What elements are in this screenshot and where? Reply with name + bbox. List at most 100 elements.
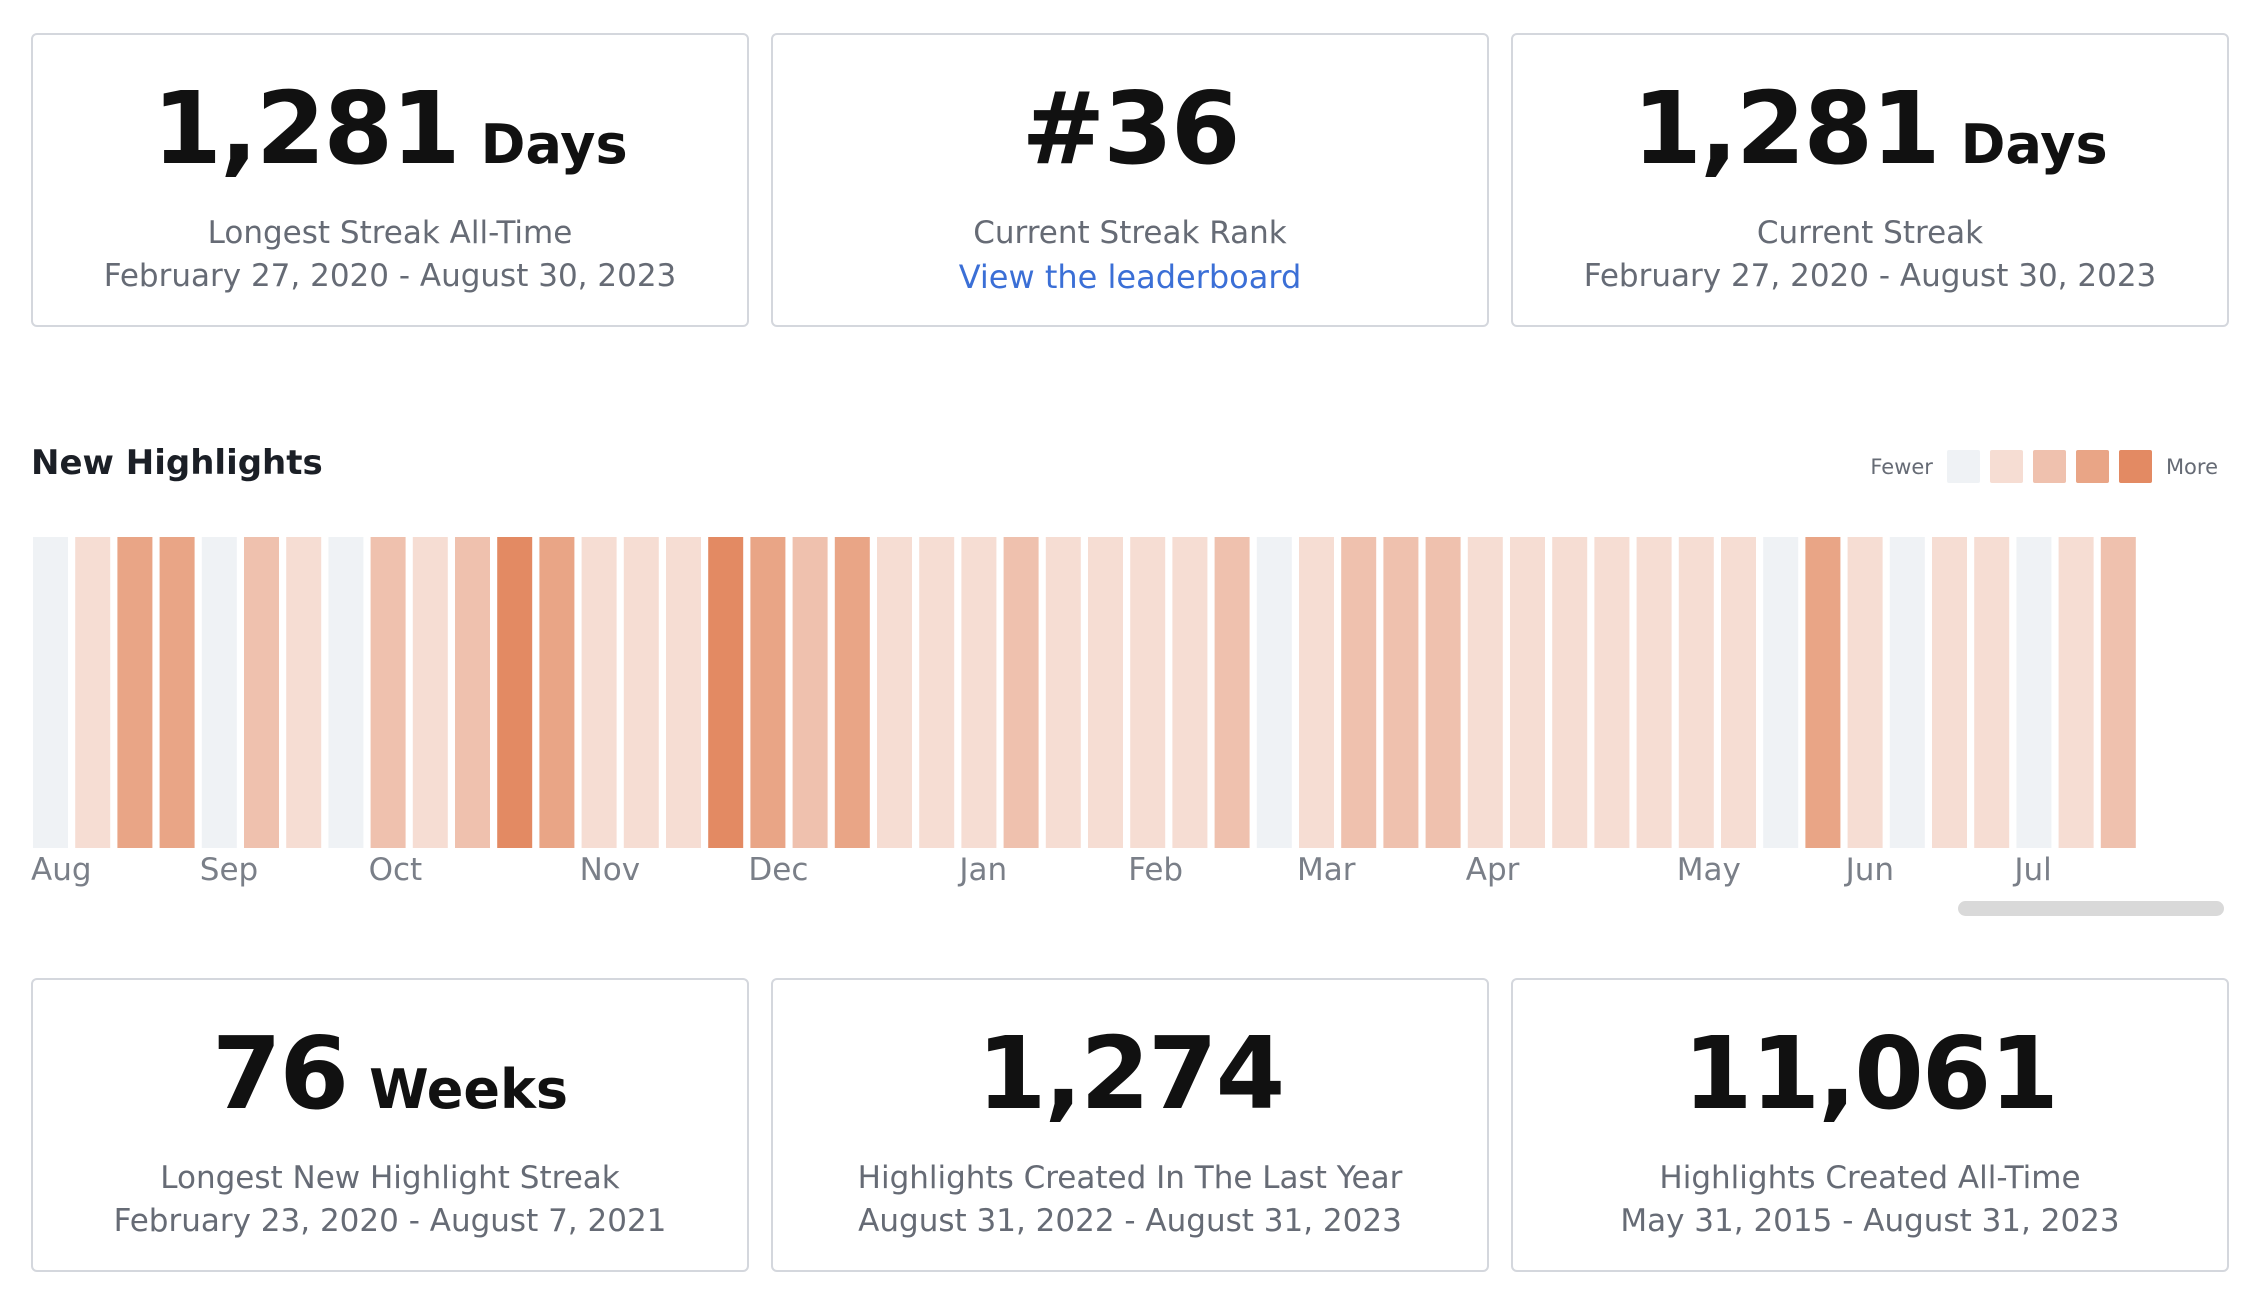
month-label: Aug [31,852,92,888]
week-bar[interactable] [1172,537,1208,848]
highlights-last-year-dates: August 31, 2022 - August 31, 2023 [858,1203,1402,1240]
week-bar[interactable] [961,537,997,848]
week-bar[interactable] [1341,537,1377,848]
month-label: Apr [1466,852,1520,888]
week-bar[interactable] [1721,537,1756,848]
week-bar[interactable] [834,537,870,848]
week-bar[interactable] [2016,537,2052,848]
month-label: Dec [748,852,808,888]
week-bar[interactable] [1594,537,1630,848]
highlights-heatmap: Aug Sep Oct Nov Dec Jan Feb Mar Apr May Jun Jul [31,537,2136,888]
week-bar[interactable] [1636,537,1672,848]
heatmap-scrollbar[interactable] [1958,901,2224,916]
streak-rank-label: Current Streak Rank [973,215,1287,251]
week-bar[interactable] [159,537,195,848]
streak-rank-card: #36 Current Streak Rank View the leaderb… [771,33,1489,327]
week-bar[interactable] [286,537,322,848]
month-label: Feb [1128,852,1183,888]
week-bar[interactable] [75,537,111,848]
highlights-all-time-value: 11,061 [1683,1015,2059,1132]
current-streak-unit: Days [1960,113,2108,176]
current-streak-dates: February 27, 2020 - August 30, 2023 [1583,258,2157,295]
week-bar[interactable] [455,537,490,848]
week-bar[interactable] [1678,537,1714,848]
longest-streak-unit: Days [480,113,628,176]
highlights-last-year-value: 1,274 [976,1015,1285,1132]
legend-swatch-3 [2075,450,2109,483]
month-label: Mar [1297,852,1356,888]
week-bar[interactable] [370,537,406,848]
highlight-streak-label: Longest New Highlight Streak [160,1160,620,1196]
week-bar[interactable] [1847,537,1883,848]
week-bar[interactable] [244,537,279,848]
dashboard: 1,281 Days Longest Streak All-Time Febru… [0,0,2250,1302]
week-bar[interactable] [750,537,786,848]
legend-swatch-4 [2118,450,2152,483]
highlights-last-year-card: 1,274 Highlights Created In The Last Yea… [771,978,1489,1272]
heatmap-legend: Fewer More [1870,450,2218,483]
week-bar[interactable] [1552,537,1588,848]
highlights-all-time-label: Highlights Created All-Time [1659,1160,2081,1196]
week-bar[interactable] [201,537,237,848]
longest-streak-dates: February 27, 2020 - August 30, 2023 [103,258,677,295]
current-streak-label: Current Streak [1756,215,1984,251]
legend-swatch-1 [1989,450,2023,483]
week-bar[interactable] [1383,537,1419,848]
week-bar[interactable] [1932,537,1967,848]
week-bar[interactable] [1299,537,1334,848]
top-stats-row: 1,281 Days Longest Streak All-Time Febru… [31,33,2229,327]
week-bar[interactable] [877,537,912,848]
week-bar[interactable] [2058,537,2094,848]
current-streak-value: 1,281 [1632,70,1940,187]
longest-streak-label: Longest Streak All-Time [207,215,573,251]
month-label: Sep [200,852,258,888]
current-streak-card: 1,281 Days Current Streak February 27, 2… [1511,33,2229,327]
longest-streak-card: 1,281 Days Longest Streak All-Time Febru… [31,33,749,327]
week-bar[interactable] [497,537,533,848]
week-bar[interactable] [328,537,364,848]
legend-fewer-label: Fewer [1870,454,1933,479]
week-bar[interactable] [666,537,701,848]
week-bar[interactable] [1003,537,1039,848]
legend-swatch-0 [1946,450,1980,483]
week-bar[interactable] [1467,537,1503,848]
week-bar[interactable] [1088,537,1123,848]
week-bar[interactable] [539,537,575,848]
week-bar[interactable] [2100,537,2136,848]
streak-rank-value: #36 [1021,70,1241,187]
legend-swatch-2 [2032,450,2066,483]
month-label: Jul [2012,852,2051,888]
bottom-stats-row: 76 Weeks Longest New Highlight Streak Fe… [31,978,2229,1272]
week-bar[interactable] [1045,537,1081,848]
week-bar[interactable] [1805,537,1841,848]
week-bar[interactable] [1256,537,1292,848]
week-bar[interactable] [1130,537,1166,848]
week-bar[interactable] [1425,537,1461,848]
week-bar[interactable] [581,537,617,848]
month-label: May [1677,852,1741,888]
view-leaderboard-link[interactable]: View the leaderboard [959,258,1302,296]
week-bar[interactable] [1974,537,2010,848]
week-bar[interactable] [708,537,744,848]
month-label: Oct [369,852,423,888]
highlight-streak-unit: Weeks [369,1058,569,1121]
month-label: Jan [957,852,1007,888]
highlights-all-time-card: 11,061 Highlights Created All-Time May 3… [1511,978,2229,1272]
highlights-all-time-dates: May 31, 2015 - August 31, 2023 [1620,1203,2120,1240]
week-bar[interactable] [33,537,68,848]
month-label: Nov [580,852,641,888]
week-bar[interactable] [117,537,153,848]
week-bar[interactable] [1510,537,1545,848]
week-bar[interactable] [919,537,955,848]
week-bar[interactable] [412,537,448,848]
week-bar[interactable] [1763,537,1799,848]
longest-highlight-streak-card: 76 Weeks Longest New Highlight Streak Fe… [31,978,749,1272]
week-bar[interactable] [1214,537,1250,848]
highlight-streak-dates: February 23, 2020 - August 7, 2021 [113,1203,667,1240]
week-bar[interactable] [623,537,659,848]
week-bar[interactable] [1889,537,1925,848]
week-bar[interactable] [792,537,828,848]
highlights-last-year-label: Highlights Created In The Last Year [857,1160,1403,1196]
longest-streak-value: 1,281 [152,70,460,187]
highlight-streak-value: 76 [211,1015,349,1132]
